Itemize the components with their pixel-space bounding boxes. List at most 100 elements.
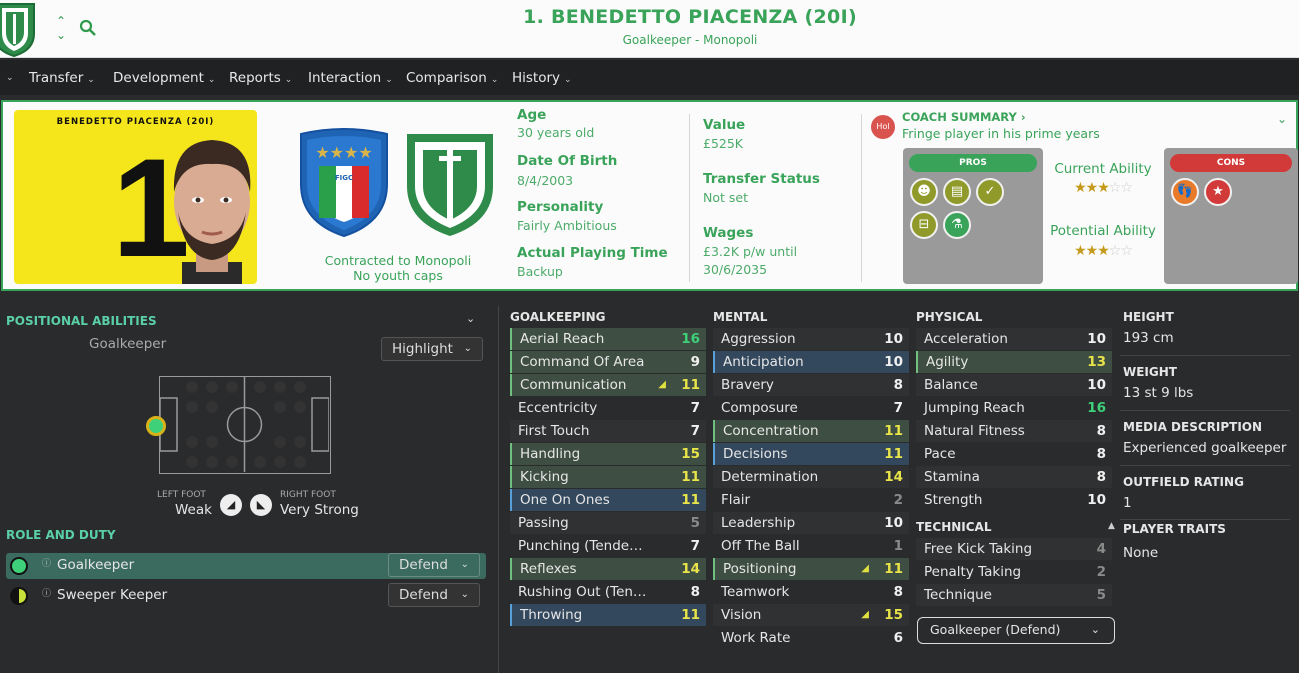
attribute-row[interactable]: Strength 10	[916, 489, 1112, 511]
nav-comparison[interactable]: Comparison ⌄	[406, 70, 498, 86]
attribute-row[interactable]: Decisions 11	[713, 443, 909, 465]
nav-overflow-chevron-icon[interactable]: ⌄	[6, 73, 14, 83]
svg-text:★★★★: ★★★★	[315, 143, 372, 162]
role-row-goalkeeper[interactable]: ⓘ Goalkeeper Defend ⌄	[6, 553, 486, 579]
search-icon[interactable]	[79, 19, 97, 37]
nav-history[interactable]: History ⌄	[512, 70, 572, 86]
nav-interaction[interactable]: Interaction ⌄	[308, 70, 393, 86]
age-value: 30 years old	[517, 125, 595, 140]
attribute-name: Jumping Reach	[924, 400, 1025, 416]
attribute-value: 8	[893, 377, 903, 393]
collapse-chevron-icon[interactable]: ⌄	[1277, 112, 1287, 126]
attribute-row[interactable]: Kicking 11	[510, 466, 706, 488]
attribute-row[interactable]: Command Of Area 9	[510, 351, 706, 373]
attribute-row[interactable]: Eccentricity 7	[510, 397, 706, 419]
mind-icon[interactable]: ☻	[910, 178, 938, 206]
duty-dropdown[interactable]: Defend ⌄	[388, 583, 480, 607]
nav-development[interactable]: Development ⌄	[113, 70, 215, 86]
attribute-row[interactable]: Aggression 10	[713, 328, 909, 350]
divider	[1120, 355, 1290, 356]
attribute-row[interactable]: Stamina 8	[916, 466, 1112, 488]
attribute-name: Passing	[518, 515, 569, 531]
info-icon[interactable]: ⓘ	[42, 586, 51, 599]
attribute-row[interactable]: Work Rate 6	[713, 627, 909, 649]
attribute-row[interactable]: Natural Fitness 8	[916, 420, 1112, 442]
collapse-up-icon[interactable]: ▲	[1108, 521, 1115, 531]
checklist-icon[interactable]: ✓	[976, 178, 1004, 206]
attribute-name: Rushing Out (Ten…	[518, 584, 647, 600]
left-foot-label: LEFT FOOT	[157, 490, 206, 500]
nav-reports[interactable]: Reports ⌄	[229, 70, 292, 86]
attribute-row[interactable]: Anticipation 10	[713, 351, 909, 373]
foot-icon[interactable]: 👣	[1171, 178, 1199, 206]
attribute-row[interactable]: Balance 10	[916, 374, 1112, 396]
attribute-row[interactable]: Handling 15	[510, 443, 706, 465]
attribute-row[interactable]: Acceleration 10	[916, 328, 1112, 350]
attribute-row[interactable]: Determination 14	[713, 466, 909, 488]
info-icon[interactable]: ⓘ	[42, 556, 51, 569]
highlight-dropdown[interactable]: Highlight ⌄	[381, 337, 483, 361]
playing-time-label: Actual Playing Time	[517, 245, 668, 261]
attribute-row[interactable]: Teamwork 8	[713, 581, 909, 603]
player-switch-arrows[interactable]: ⌃ ⌄	[52, 14, 70, 42]
club-badge-icon[interactable]	[403, 128, 497, 240]
attribute-row[interactable]: Positioning ◢ 11	[713, 558, 909, 580]
cons-label: CONS	[1170, 154, 1292, 172]
attribute-row[interactable]: Leadership 10	[713, 512, 909, 534]
svg-text:FIGC: FIGC	[335, 174, 353, 182]
attribute-row[interactable]: Jumping Reach 16	[916, 397, 1112, 419]
attribute-row[interactable]: Flair 2	[713, 489, 909, 511]
height-label: HEIGHT	[1123, 310, 1174, 324]
attribute-row[interactable]: Throwing 11	[510, 604, 706, 626]
divider	[498, 306, 499, 673]
divider	[689, 114, 690, 282]
attribute-row[interactable]: First Touch 7	[510, 420, 706, 442]
goalkeeper-position-marker[interactable]	[146, 416, 166, 436]
duty-dropdown[interactable]: Defend ⌄	[388, 553, 480, 577]
attribute-row[interactable]: Passing 5	[510, 512, 706, 534]
wages-label: Wages	[703, 225, 754, 241]
role-row-sweeper-keeper[interactable]: ⓘ Sweeper Keeper Defend ⌄	[6, 583, 486, 609]
nav-transfer[interactable]: Transfer ⌄	[29, 70, 95, 86]
attribute-row[interactable]: Technique 5	[916, 584, 1112, 606]
attribute-value: 8	[1096, 446, 1106, 462]
attribute-name: Vision	[721, 607, 762, 623]
coach-avatar[interactable]: Hol	[871, 115, 895, 139]
positional-abilities-title: POSITIONAL ABILITIES	[6, 314, 157, 328]
role-select-dropdown[interactable]: Goalkeeper (Defend) ⌄	[917, 617, 1115, 644]
attribute-row[interactable]: Pace 8	[916, 443, 1112, 465]
attribute-row[interactable]: Off The Ball 1	[713, 535, 909, 557]
attribute-row[interactable]: Communication ◢ 11	[510, 374, 706, 396]
wages-value: £3.2K p/w until	[703, 244, 798, 259]
positional-chevron-icon[interactable]: ⌄	[466, 312, 475, 325]
attribute-row[interactable]: Concentration 11	[713, 420, 909, 442]
pitch-icon[interactable]: ⊟	[910, 211, 938, 239]
attribute-row[interactable]: Free Kick Taking 4	[916, 538, 1112, 560]
flask-icon[interactable]: ⚗	[943, 211, 971, 239]
coach-summary-link[interactable]: COACH SUMMARY ›	[902, 110, 1026, 124]
attribute-name: Positioning	[723, 561, 797, 577]
document-icon[interactable]: ▤	[943, 178, 971, 206]
attribute-row[interactable]: Rushing Out (Ten… 8	[510, 581, 706, 603]
attribute-row[interactable]: Agility 13	[916, 351, 1112, 373]
attribute-row[interactable]: Aerial Reach 16	[510, 328, 706, 350]
attribute-row[interactable]: One On Ones 11	[510, 489, 706, 511]
attribute-name: Teamwork	[721, 584, 790, 600]
player-traits-label: PLAYER TRAITS	[1123, 522, 1226, 536]
attribute-row[interactable]: Vision ◢ 15	[713, 604, 909, 626]
improvement-arrow-icon: ◢	[861, 563, 869, 574]
nation-badge-icon[interactable]: ★★★★ FIGC	[297, 128, 391, 240]
club-logo[interactable]	[0, 0, 38, 58]
attribute-name: Bravery	[721, 377, 774, 393]
attribute-row[interactable]: Composure 7	[713, 397, 909, 419]
attribute-value: 11	[884, 561, 903, 577]
attribute-row[interactable]: Punching (Tende… 7	[510, 535, 706, 557]
attribute-value: 7	[690, 400, 700, 416]
attribute-row[interactable]: Reflexes 14	[510, 558, 706, 580]
attribute-row[interactable]: Bravery 8	[713, 374, 909, 396]
attribute-name: Flair	[721, 492, 751, 508]
attribute-row[interactable]: Penalty Taking 2	[916, 561, 1112, 583]
wages-expiry: 30/6/2035	[703, 262, 768, 277]
star-icon[interactable]: ★	[1204, 178, 1232, 206]
divider	[1120, 410, 1290, 411]
